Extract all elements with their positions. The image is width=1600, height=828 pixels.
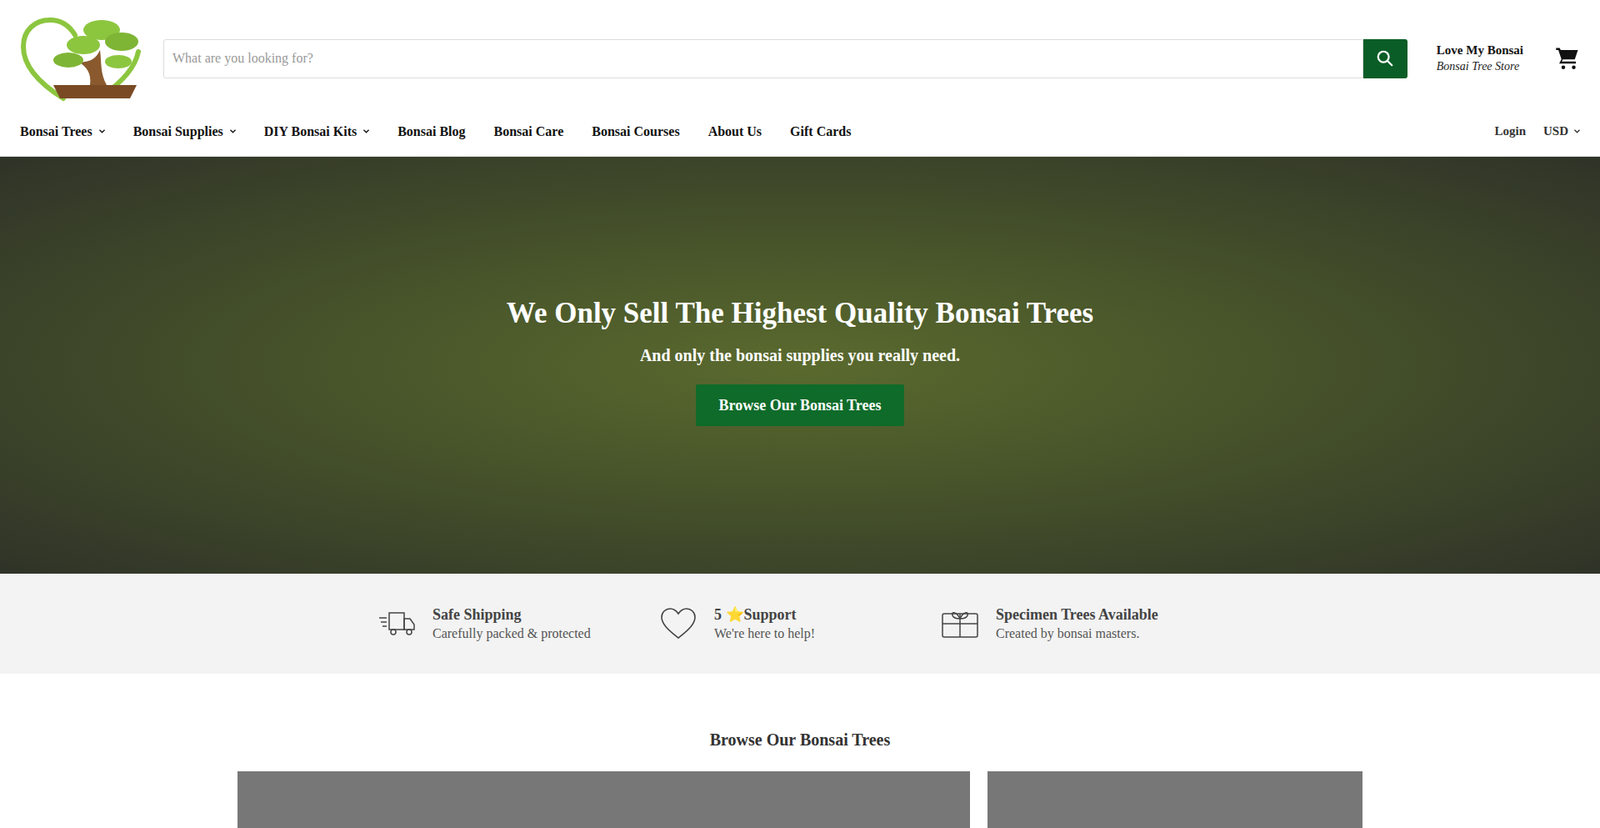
hero-button[interactable]: Browse Our Bonsai Trees: [695, 384, 905, 426]
currency-selector[interactable]: USD: [1543, 121, 1580, 141]
search-button[interactable]: [1363, 39, 1408, 79]
nav-label: Bonsai Supplies: [133, 121, 224, 142]
features-strip: Safe ShippingCarefully packed & protecte…: [0, 573, 1600, 674]
nav-item[interactable]: About Us: [708, 121, 762, 142]
feature-subtitle: Created by bonsai masters.: [995, 624, 1159, 643]
feature-subtitle: Carefully packed & protected: [432, 624, 591, 643]
gift-icon: [940, 606, 980, 640]
nav-item[interactable]: Bonsai Courses: [591, 121, 680, 142]
nav-label: Bonsai Care: [494, 121, 565, 142]
collection-card[interactable]: [237, 770, 970, 828]
cart-icon: [1555, 45, 1580, 71]
brand: Love My Bonsai Bonsai Tree Store: [1436, 42, 1524, 75]
hero-subtitle: And only the bonsai supplies you really …: [640, 342, 960, 368]
feature-item: Safe ShippingCarefully packed & protecte…: [377, 604, 660, 643]
feature-title: Specimen Trees Available: [995, 604, 1159, 625]
feature-item: Specimen Trees AvailableCreated by bonsa…: [940, 604, 1165, 643]
cart[interactable]: [1555, 45, 1580, 71]
search-icon: [1375, 49, 1395, 68]
nav-item[interactable]: Bonsai Care: [494, 121, 565, 142]
nav-item[interactable]: Bonsai Supplies: [133, 121, 236, 142]
nav-label: Gift Cards: [790, 121, 851, 142]
brand-title: Love My Bonsai: [1436, 42, 1524, 60]
feature-item: 5 ⭐SupportWe're here to help!: [659, 604, 941, 643]
search-bar: [163, 39, 1408, 79]
feature-title: 5 ⭐Support: [714, 604, 815, 625]
site-header: Love My Bonsai Bonsai Tree Store Bonsai …: [0, 0, 1600, 157]
nav-item[interactable]: Bonsai Trees: [20, 121, 105, 142]
nav-item[interactable]: Bonsai Blog: [397, 121, 465, 142]
nav-label: About Us: [708, 121, 762, 142]
feature-title: Safe Shipping: [432, 604, 591, 625]
brand-subtitle: Bonsai Tree Store: [1436, 59, 1524, 75]
collections-heading: Browse Our Bonsai Trees: [0, 728, 1600, 750]
nav-label: Bonsai Courses: [591, 121, 680, 142]
collections: Browse Our Bonsai Trees: [0, 673, 1600, 828]
hero: We Only Sell The Highest Quality Bonsai …: [0, 156, 1600, 574]
currency-label: USD: [1543, 121, 1569, 141]
bonsai-logo-icon: [20, 15, 144, 102]
login-link[interactable]: Login: [1494, 121, 1526, 141]
chevron-down-icon: [230, 129, 236, 134]
nav-item[interactable]: DIY Bonsai Kits: [264, 121, 370, 142]
truck-icon: [377, 606, 416, 640]
chevron-down-icon: [1574, 129, 1580, 134]
nav-item[interactable]: Gift Cards: [790, 121, 851, 142]
main-nav: Bonsai Trees Bonsai Supplies DIY Bonsai Ki…: [0, 101, 1600, 157]
feature-subtitle: We're here to help!: [714, 624, 815, 643]
logo[interactable]: [20, 15, 144, 102]
chevron-down-icon: [363, 129, 370, 134]
nav-label: Bonsai Trees: [20, 121, 93, 142]
chevron-down-icon: [99, 129, 105, 134]
nav-label: Bonsai Blog: [397, 121, 465, 142]
heart-icon: [659, 606, 698, 640]
nav-label: DIY Bonsai Kits: [264, 121, 357, 142]
hero-title: We Only Sell The Highest Quality Bonsai …: [506, 295, 1094, 331]
collection-card[interactable]: [987, 770, 1363, 828]
search-input[interactable]: [163, 39, 1364, 79]
